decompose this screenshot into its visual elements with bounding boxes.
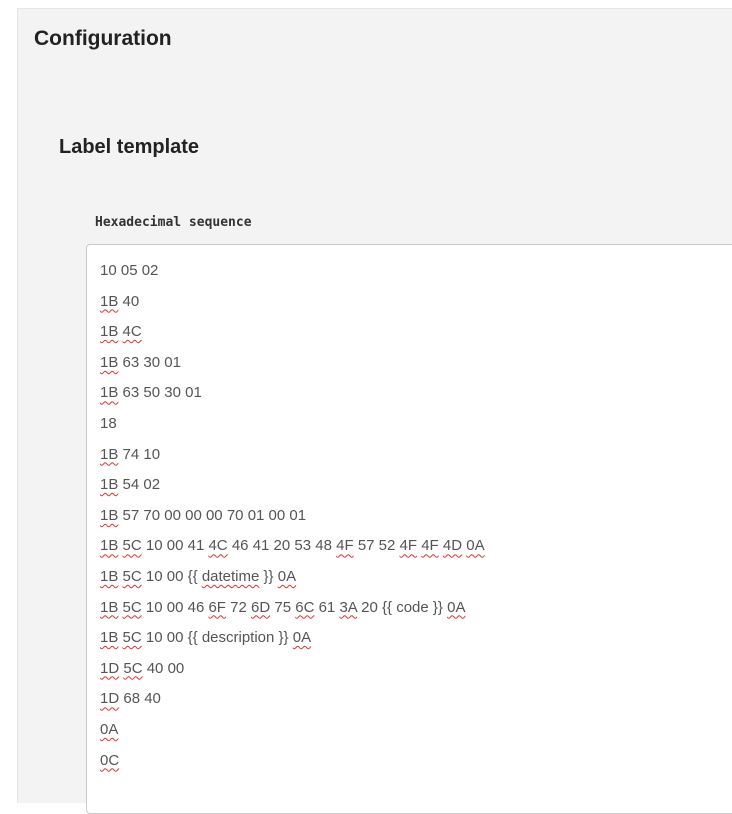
section-title: Label template	[59, 136, 200, 158]
hex-sequence-line: 1D 5C 40 00	[100, 659, 185, 677]
hex-sequence-line: 1B 74 10	[100, 445, 161, 463]
hex-sequence-line: 0C	[100, 751, 120, 769]
hex-sequence-line: 1B 5C 10 00 {{ datetime }} 0A	[100, 567, 297, 585]
hex-sequence-line: 1B 5C 10 00 {{ description }} 0A	[100, 629, 312, 647]
hex-sequence-line: 18	[100, 414, 117, 432]
hex-sequence-line: 1D 68 40	[100, 690, 161, 708]
hex-sequence-line: 1B 5C 10 00 41 4C 46 41 20 53 48 4F 57 5…	[100, 537, 485, 555]
hex-sequence-line: 1B 5C 10 00 46 6F 72 6D 75 6C 61 3A 20 {…	[100, 598, 466, 616]
hex-sequence-line: 1B 63 50 30 01	[100, 384, 202, 402]
hex-sequence-label: Hexadecimal sequence	[95, 215, 252, 230]
hex-sequence-line: 1B 63 30 01	[100, 353, 181, 371]
hex-sequence-line: 10 05 02	[100, 262, 159, 279]
hex-sequence-line: 0A	[100, 720, 119, 738]
hex-sequence-line: 1B 54 02	[100, 476, 161, 494]
panel-title: Configuration	[34, 27, 172, 50]
hex-sequence-line: 1B 40	[100, 292, 140, 310]
hex-sequence-line: 1B 4C	[100, 323, 142, 341]
hex-sequence-textarea[interactable]: 10 05 02 1B 40 1B 4C 1B 63 30 01 1B 63 50 30…	[86, 244, 732, 814]
hex-sequence-line: 1B 57 70 00 00 00 70 01 00 01	[100, 506, 307, 524]
